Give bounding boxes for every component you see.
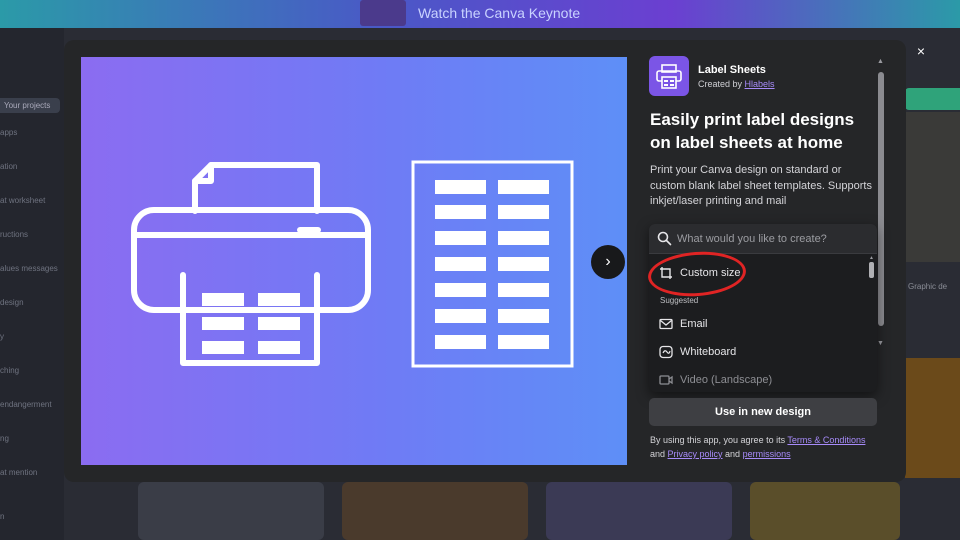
sidebar-item[interactable]: ructions (0, 230, 28, 239)
option-video-landscape[interactable]: Video (Landscape) (649, 368, 869, 392)
legal-and: and (722, 449, 743, 459)
sidebar-item[interactable]: alues messages (0, 264, 58, 273)
create-design-dropdown: ▲ Custom size Suggested Email Whiteboard… (649, 224, 877, 392)
sidebar-item[interactable]: ation (0, 162, 17, 171)
dropdown-scroll-up-icon[interactable]: ▲ (869, 255, 874, 261)
search-input[interactable] (677, 230, 867, 248)
background-card (905, 112, 960, 262)
sidebar-item[interactable]: at worksheet (0, 196, 45, 205)
panel-scrollbar[interactable]: ▲ ▼ (877, 58, 884, 352)
close-button[interactable]: × (908, 40, 934, 62)
creator-link[interactable]: Hlabels (745, 79, 775, 89)
printer-icon (656, 64, 682, 89)
top-banner: Watch the Canva Keynote (0, 0, 960, 28)
banner-title: Watch the Canva Keynote (418, 5, 581, 21)
sidebar-item[interactable]: design (0, 298, 24, 307)
app-headline: Easily print label designs on label shee… (650, 110, 855, 152)
sidebar-item[interactable]: endangerment (0, 400, 52, 409)
sidebar-item[interactable]: y (0, 332, 4, 341)
option-whiteboard[interactable]: Whiteboard (649, 340, 869, 364)
sidebar-item[interactable]: Your projects (0, 98, 60, 113)
printer-and-label-sheet-illustration (131, 160, 574, 368)
search-bar (649, 224, 877, 254)
terms-link[interactable]: Terms & Conditions (787, 435, 865, 445)
app-name: Label Sheets (698, 64, 766, 76)
bottom-card[interactable] (138, 482, 324, 540)
suggested-heading: Suggested (660, 296, 699, 305)
app-preview-image (81, 57, 627, 465)
privacy-link[interactable]: Privacy policy (668, 449, 723, 459)
close-icon: × (916, 43, 926, 59)
sidebar-item[interactable]: n (0, 512, 4, 521)
bottom-card[interactable] (750, 482, 900, 540)
video-icon (658, 372, 674, 388)
chevron-right-icon: › (605, 253, 611, 270)
mail-icon (658, 316, 674, 332)
banner-thumbnail (360, 0, 406, 26)
app-logo (649, 56, 689, 96)
whiteboard-icon (658, 344, 674, 360)
app-description: Print your Canva design on standard or c… (650, 164, 872, 207)
legal-notice: By using this app, you agree to its Term… (650, 433, 880, 461)
sidebar-item[interactable]: at mention (0, 468, 37, 477)
bottom-card[interactable] (546, 482, 732, 540)
sidebar: Your projects apps ation at worksheet ru… (0, 28, 64, 540)
dropdown-scrollbar-thumb[interactable] (869, 262, 874, 278)
legal-prefix: By using this app, you agree to its (650, 435, 788, 445)
sidebar-item[interactable]: ng (0, 434, 9, 443)
sidebar-item[interactable]: apps (0, 128, 17, 137)
created-by-prefix: Created by (698, 79, 745, 89)
background-label: Graphic de (908, 282, 948, 291)
scroll-up-icon[interactable]: ▲ (877, 58, 884, 65)
option-label: Whiteboard (680, 346, 737, 358)
permissions-link[interactable]: permissions (743, 449, 791, 459)
option-email[interactable]: Email (649, 312, 869, 336)
background-artwork (905, 358, 960, 478)
use-in-new-design-button[interactable]: Use in new design (649, 398, 877, 426)
sidebar-item[interactable]: ching (0, 366, 19, 375)
app-creator: Created by Hlabels (698, 79, 775, 89)
background-strip (905, 88, 960, 110)
option-label: Video (Landscape) (680, 374, 773, 386)
scroll-down-icon[interactable]: ▼ (877, 340, 884, 347)
next-image-button[interactable]: › (591, 245, 625, 279)
bottom-card[interactable] (342, 482, 528, 540)
option-label: Email (680, 318, 708, 330)
scrollbar-thumb[interactable] (878, 72, 884, 326)
legal-and: and (650, 449, 668, 459)
search-icon (657, 231, 672, 246)
